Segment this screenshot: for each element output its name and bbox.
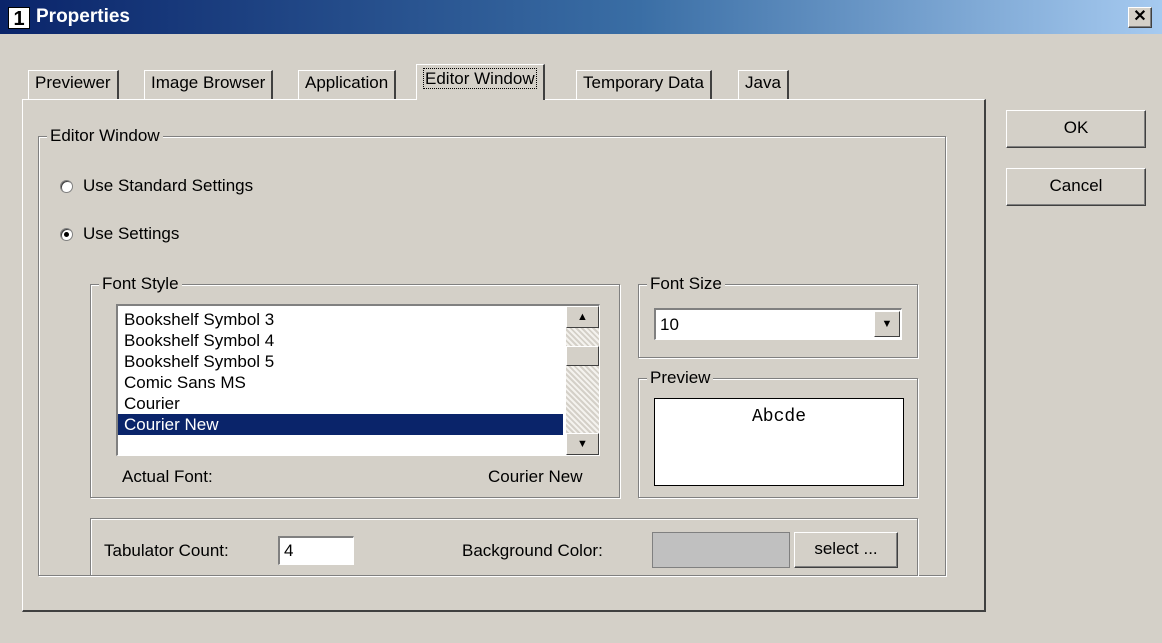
use-standard-settings-radio[interactable]: Use Standard Settings (60, 176, 253, 196)
background-color-swatch (652, 532, 790, 568)
radio-label: Use Settings (83, 224, 180, 243)
scroll-up-button[interactable]: ▲ (566, 306, 599, 328)
font-size-combobox[interactable]: 10 ▼ (654, 308, 902, 340)
tabulator-count-label: Tabulator Count: (104, 541, 229, 560)
app-icon: 1 (8, 7, 30, 30)
select-color-button[interactable]: select ... (794, 532, 898, 568)
tabulator-count-value: 4 (284, 541, 294, 560)
tab-previewer[interactable]: Previewer (28, 70, 119, 99)
list-item[interactable]: Bookshelf Symbol 4 (118, 330, 563, 351)
actual-font-label: Actual Font: (122, 467, 213, 486)
preview-text: Abcde (751, 407, 806, 427)
group-title: Font Size (647, 274, 725, 294)
tab-image-browser[interactable]: Image Browser (144, 70, 274, 99)
tab-label: Editor Window (423, 68, 537, 89)
tab-label: Application (305, 73, 389, 92)
tab-label: Java (745, 73, 781, 92)
cancel-button[interactable]: Cancel (1006, 168, 1146, 206)
ok-button[interactable]: OK (1006, 110, 1146, 148)
tab-application[interactable]: Application (298, 70, 397, 99)
group-title: Editor Window (47, 126, 163, 146)
tab-java[interactable]: Java (738, 70, 789, 99)
font-list-items: Bookshelf Symbol 3 Bookshelf Symbol 4 Bo… (118, 309, 563, 435)
list-item-selected[interactable]: Courier New (118, 414, 563, 435)
tab-temporary-data[interactable]: Temporary Data (576, 70, 712, 99)
group-title: Preview (647, 368, 714, 388)
background-color-label: Background Color: (462, 541, 603, 560)
scrollbar-thumb[interactable] (566, 346, 599, 366)
use-settings-radio[interactable]: Use Settings (60, 224, 179, 244)
radio-label: Use Standard Settings (83, 176, 254, 195)
list-item[interactable]: Bookshelf Symbol 3 (118, 309, 563, 330)
font-size-value: 10 (660, 315, 679, 334)
actual-font-value: Courier New (488, 467, 583, 486)
tab-label: Previewer (35, 73, 111, 92)
tab-label: Temporary Data (583, 73, 704, 92)
vertical-scrollbar[interactable]: ▲ ▼ (566, 306, 599, 455)
scroll-down-button[interactable]: ▼ (566, 433, 599, 455)
list-item[interactable]: Bookshelf Symbol 5 (118, 351, 563, 372)
font-list[interactable]: Bookshelf Symbol 3 Bookshelf Symbol 4 Bo… (116, 304, 600, 456)
window-title: Properties (36, 6, 130, 27)
radio-circle (60, 179, 73, 193)
chevron-down-icon: ▼ (881, 318, 893, 330)
preview-box: Abcde (654, 398, 904, 486)
font-size-dropdown-button[interactable]: ▼ (874, 311, 900, 337)
title-bar[interactable]: 1 Properties ✕ (0, 0, 1162, 34)
tab-label: Image Browser (151, 73, 266, 92)
tab-editor-window[interactable]: Editor Window (416, 64, 545, 100)
down-arrow-icon: ▼ (577, 438, 588, 450)
list-item[interactable]: Courier (118, 393, 563, 414)
up-arrow-icon: ▲ (577, 311, 588, 323)
close-icon: ✕ (1133, 8, 1147, 25)
radio-circle (60, 227, 73, 241)
group-title: Font Style (99, 274, 182, 294)
list-item[interactable]: Comic Sans MS (118, 372, 563, 393)
close-button[interactable]: ✕ (1128, 7, 1152, 28)
tabulator-count-input[interactable]: 4 (278, 536, 354, 565)
